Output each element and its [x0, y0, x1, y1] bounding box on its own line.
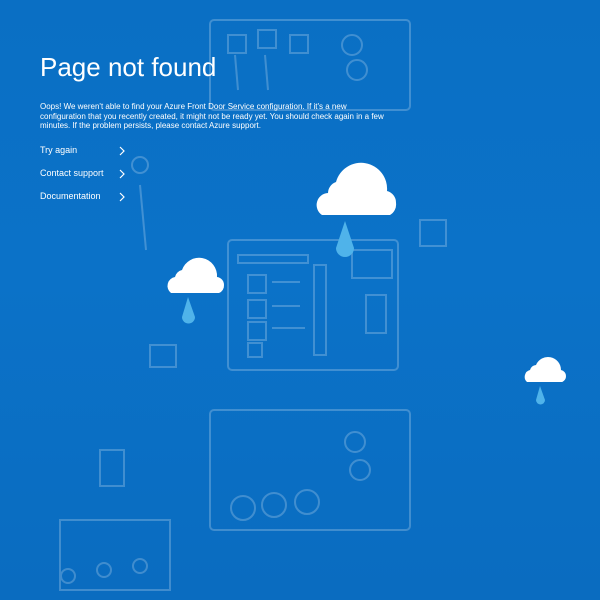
contact-support-label: Contact support	[40, 168, 104, 178]
cloud-raindrop-icon	[524, 357, 567, 405]
documentation-link[interactable]: Documentation	[40, 189, 130, 212]
cloud-raindrop-icon	[316, 162, 397, 257]
chevron-right-icon	[119, 192, 125, 202]
try-again-label: Try again	[40, 145, 78, 155]
help-links: Try again Contact support Documentation	[40, 143, 130, 212]
contact-support-link[interactable]: Contact support	[40, 166, 130, 189]
background-illustration	[59, 19, 447, 591]
cloud-raindrop-icon	[167, 257, 225, 324]
documentation-label: Documentation	[40, 191, 101, 201]
page-title: Page not found	[40, 52, 217, 82]
chevron-right-icon	[119, 169, 125, 179]
chevron-right-icon	[119, 146, 125, 156]
try-again-link[interactable]: Try again	[40, 143, 130, 166]
error-message: Oops! We weren't able to find your Azure…	[40, 102, 384, 131]
